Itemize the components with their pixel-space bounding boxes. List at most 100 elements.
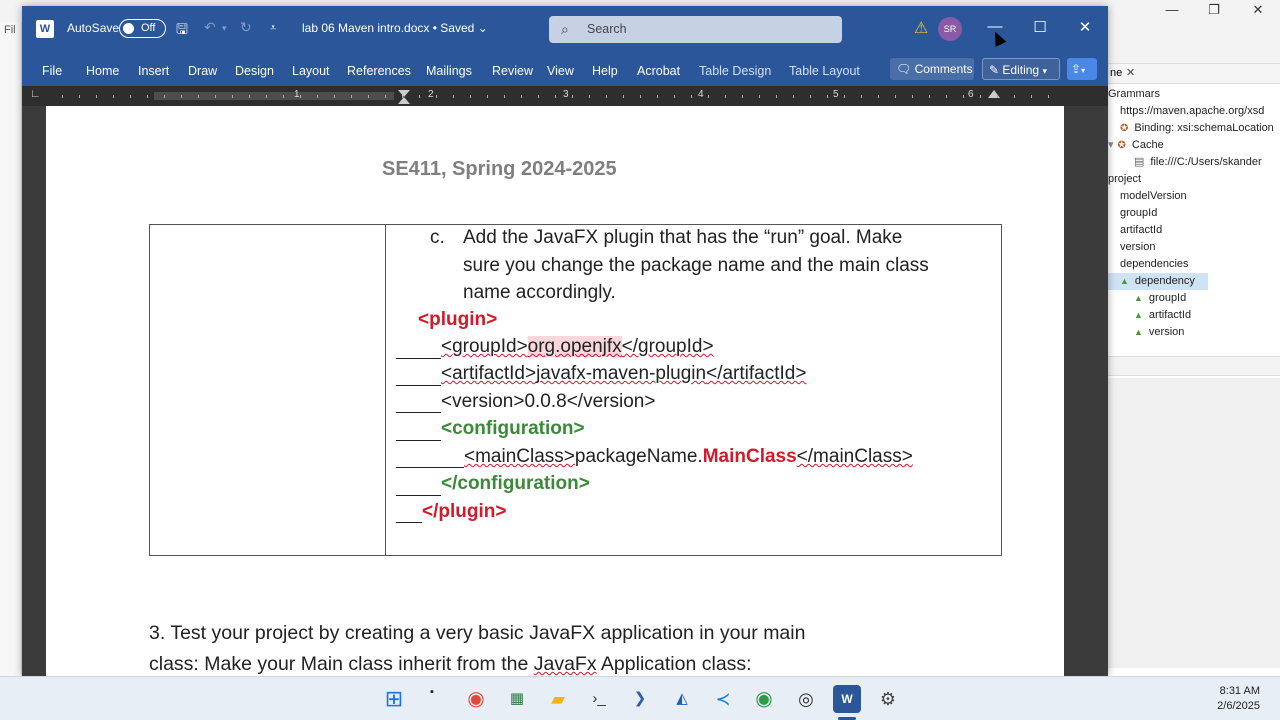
bg-close-button[interactable]: ✕ (1236, 2, 1280, 18)
word-taskbar-icon[interactable]: W (833, 685, 861, 713)
tree-node[interactable]: ▤ file:///C:/Users/skander (1134, 154, 1262, 171)
save-icon[interactable]: 🖫 (176, 19, 188, 43)
ruler-tick (640, 95, 641, 98)
tree-node[interactable]: dependencies (1120, 256, 1189, 273)
system-clock[interactable]: 8:31 AM 2/6/2025 (1217, 684, 1260, 714)
tree-node[interactable]: ▲ groupId (1134, 290, 1186, 307)
ruler-number: 3 (563, 89, 569, 100)
tree-node[interactable]: https://maven.apache.org/xsd (1120, 103, 1264, 120)
ruler-tick (147, 95, 148, 98)
calculator-icon[interactable]: ▦ (503, 685, 531, 713)
bg-tab-label[interactable]: ne (1110, 67, 1122, 79)
tab-review[interactable]: Review (492, 64, 533, 78)
tab-mailings[interactable]: Mailings (426, 64, 472, 78)
ruler-tick (963, 95, 964, 98)
code-mainclass-line: <mainClass>packageName.MainClass</mainCl… (464, 446, 913, 467)
ruler-number: 1 (294, 89, 300, 100)
tab-stop-icon[interactable]: ∟ (30, 88, 41, 100)
warning-icon[interactable]: ⚠ (914, 18, 928, 38)
tree-node[interactable]: project (1108, 171, 1141, 188)
step-line-2: sure you change the package name and the… (463, 255, 929, 276)
tree-node[interactable]: ▾ ✪ Cache (1108, 137, 1164, 154)
table-column-divider[interactable] (385, 225, 386, 555)
ruler-tick (776, 95, 777, 98)
ruler-tick (317, 95, 318, 98)
indent-marker-icon[interactable] (398, 90, 410, 97)
code-configuration-open: <configuration> (441, 418, 585, 439)
settings-icon[interactable]: ⚙ (874, 685, 902, 713)
tree-node-selected[interactable]: ▲ dependency (1108, 273, 1208, 290)
document-title[interactable]: lab 06 Maven intro.docx • Saved ⌄ (302, 21, 488, 35)
undo-icon[interactable]: ↶ (204, 19, 216, 36)
obs-icon[interactable]: ◎ (792, 685, 820, 713)
share-button[interactable]: ⇪▾ (1067, 58, 1097, 80)
tab-insert[interactable]: Insert (138, 64, 169, 78)
close-button[interactable]: ✕ (1062, 18, 1108, 36)
content-table[interactable]: c. Add the JavaFX plugin that has the “r… (149, 224, 1002, 556)
tree-node[interactable]: ▲ artifactId (1134, 307, 1191, 324)
tab-layout[interactable]: Layout (292, 64, 330, 78)
underline (396, 385, 441, 386)
ruler-tick (589, 95, 590, 98)
bg-tab-row: ne ✕ (1108, 64, 1280, 84)
tab-table-layout[interactable]: Table Layout (789, 64, 860, 78)
terminal-icon[interactable]: ›_ (585, 685, 613, 713)
bg-maximize-button[interactable]: ❐ (1192, 2, 1236, 18)
redo-icon[interactable]: ↻ (240, 19, 252, 36)
tab-help[interactable]: Help (592, 64, 618, 78)
tree-node[interactable]: Grammars (1108, 86, 1160, 103)
hanging-indent-icon[interactable] (398, 97, 410, 104)
chrome-profile-icon[interactable]: ◉ (750, 685, 778, 713)
right-indent-icon[interactable] (988, 90, 1000, 98)
tab-references[interactable]: References (347, 64, 411, 78)
tab-view[interactable]: View (547, 64, 574, 78)
toggle-knob (123, 23, 134, 34)
chrome-icon[interactable]: ◉ (462, 685, 490, 713)
editing-mode-button[interactable]: ✎ Editing ▾ (982, 58, 1060, 80)
ribbon-tabs: File Home Insert Draw Design Layout Refe… (22, 52, 1108, 86)
tree-node[interactable]: ✪ Binding: xsi:schemaLocation (1120, 120, 1274, 137)
bg-second-panel (1108, 378, 1280, 668)
ruler-tick (759, 95, 760, 98)
tab-table-design[interactable]: Table Design (699, 64, 771, 78)
comments-button[interactable]: 🗨 Comments (890, 58, 974, 80)
customize-toolbar-icon[interactable]: ⩡ (270, 22, 276, 35)
maximize-button[interactable]: ☐ (1017, 18, 1063, 36)
search-box[interactable]: ⌕ Search (549, 16, 842, 43)
tree-node[interactable]: version (1120, 239, 1155, 256)
ruler-tick (1048, 95, 1049, 98)
task-view-icon[interactable]: ▪ (418, 685, 446, 713)
ruler-margin-left (154, 92, 394, 100)
ruler-tick (572, 95, 573, 98)
ruler-tick (419, 95, 420, 98)
bg-file-menu[interactable]: Fil (4, 24, 16, 36)
tree-node[interactable]: modelVersion (1120, 188, 1187, 205)
taskbar: ⊞ ▪ ◉ ▦ ▰ ›_ ❯ ◭ ≺ ◉ ◎ W ⚙ 8:31 AM 2/6/2… (0, 676, 1280, 720)
tab-acrobat[interactable]: Acrobat (637, 64, 680, 78)
azure-data-studio-icon[interactable]: ◭ (668, 685, 696, 713)
ruler-tick (1031, 95, 1032, 98)
tree-node[interactable]: artifactId (1120, 222, 1162, 239)
tab-file[interactable]: File (42, 64, 62, 78)
horizontal-ruler[interactable]: ∟ 1 2 3 4 5 6 (22, 86, 1108, 106)
ruler-tick (946, 95, 947, 98)
ruler-tick (691, 95, 692, 98)
tree-node[interactable]: ▲ version (1134, 324, 1184, 341)
undo-dropdown-icon[interactable]: ▾ (222, 23, 227, 34)
bg-tab-close-icon[interactable]: ✕ (1126, 66, 1135, 79)
tab-draw[interactable]: Draw (188, 64, 217, 78)
ruler-tick (912, 95, 913, 98)
document-page[interactable]: SE411, Spring 2024-2025 c. Add the JavaF… (46, 106, 1064, 676)
bg-minimize-button[interactable]: — (1150, 2, 1194, 17)
tab-home[interactable]: Home (86, 64, 119, 78)
avatar[interactable]: SR (938, 17, 962, 41)
autosave-toggle[interactable]: Off (119, 19, 166, 38)
file-explorer-icon[interactable]: ▰ (544, 685, 572, 713)
ruler-tick (453, 95, 454, 98)
vscode-icon[interactable]: ≺ (709, 685, 737, 713)
powershell-icon[interactable]: ❯ (626, 685, 654, 713)
ruler-tick (674, 95, 675, 98)
tree-node[interactable]: groupId (1120, 205, 1157, 222)
windows-start-icon[interactable]: ⊞ (380, 685, 408, 713)
tab-design[interactable]: Design (235, 64, 274, 78)
